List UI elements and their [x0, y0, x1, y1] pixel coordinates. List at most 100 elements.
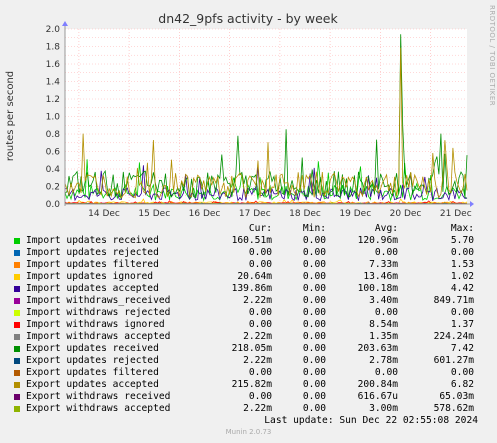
legend-row: Export withdraws accepted 2.22m 0.00 3.00m 5… — [12, 403, 492, 415]
legend-max-value: 1.37 — [450, 319, 474, 330]
legend-max-value: 578.62m — [433, 403, 474, 414]
y-tick-label: 0.2 — [46, 183, 60, 193]
legend-series-name: Import updates filtered — [26, 259, 159, 270]
y-tick-label: 1.0 — [46, 113, 61, 123]
legend-header: Cur: Min: Avg: Max: — [12, 223, 492, 235]
legend-row: Import updates received 160.51m 0.00 120.96… — [12, 235, 492, 247]
x-tick-label: 16 Dec — [189, 209, 221, 219]
legend-min-value: 0.00 — [302, 331, 326, 342]
legend-min-value: 0.00 — [302, 307, 326, 318]
legend-header-min: Min: — [302, 223, 326, 234]
legend-max-value: 601.27m — [433, 355, 474, 366]
legend-min-value: 0.00 — [302, 367, 326, 378]
legend-min-value: 0.00 — [302, 379, 326, 390]
legend-row: Import updates ignored 20.64m 0.00 13.46m 1.… — [12, 271, 492, 283]
legend-avg-value: 0.00 — [374, 247, 398, 258]
y-axis-arrow — [62, 21, 68, 26]
legend-avg-value: 200.84m — [357, 379, 398, 390]
legend-avg-value: 616.67u — [357, 391, 398, 402]
y-tick-label: 0.8 — [46, 130, 61, 140]
legend-max-value: 7.42 — [450, 343, 474, 354]
legend-row: Import updates accepted 139.86m 0.00 100.18… — [12, 283, 492, 295]
legend-series-name: Export updates received — [26, 343, 159, 354]
legend-swatch — [14, 346, 20, 352]
legend-row: Import withdraws rejected 0.00 0.00 0.00 0.0… — [12, 307, 492, 319]
legend-avg-value: 1.35m — [369, 331, 398, 342]
legend-avg-value: 120.96m — [357, 235, 398, 246]
last-update-row: Last update: Sun Dec 22 02:55:08 2024 — [12, 415, 492, 427]
legend-max-value: 224.24m — [433, 331, 474, 342]
legend-series-name: Export updates filtered — [26, 367, 159, 378]
legend-max-value: 1.53 — [450, 259, 474, 270]
legend-series-name: Export updates accepted — [26, 379, 159, 390]
legend-swatch — [14, 310, 20, 316]
legend-min-value: 0.00 — [302, 355, 326, 366]
legend-min-value: 0.00 — [302, 391, 326, 402]
legend-series-name: Import withdraws_received — [26, 295, 171, 306]
legend-swatch — [14, 262, 20, 268]
legend-swatch — [14, 334, 20, 340]
legend-avg-value: 13.46m — [363, 271, 398, 282]
legend-series-name: Import updates accepted — [26, 283, 159, 294]
y-tick-label: 1.6 — [46, 60, 61, 70]
legend-series-name: Export withdraws received — [26, 391, 171, 402]
rrdtool-credit: RRDTOOL / TOBI OETIKER — [488, 5, 496, 107]
legend-min-value: 0.00 — [302, 295, 326, 306]
legend-max-value: 1.02 — [450, 271, 474, 282]
legend-avg-value: 203.63m — [357, 343, 398, 354]
legend-series-name: Import updates ignored — [26, 271, 154, 282]
legend-avg-value: 8.54m — [369, 319, 398, 330]
legend-min-value: 0.00 — [302, 235, 326, 246]
legend-min-value: 0.00 — [302, 271, 326, 282]
x-tick-label: 17 Dec — [239, 209, 271, 219]
legend-max-value: 65.03m — [439, 391, 474, 402]
x-tick-label: 15 Dec — [138, 209, 170, 219]
legend-min-value: 0.00 — [302, 283, 326, 294]
legend-row: Import withdraws_received 2.22m 0.00 3.40m 8… — [12, 295, 492, 307]
legend-swatch — [14, 238, 20, 244]
y-tick-label: 0.0 — [46, 200, 61, 210]
legend-swatch — [14, 298, 20, 304]
legend-swatch — [14, 286, 20, 292]
legend-row: Export updates filtered 0.00 0.00 0.00 0.00 — [12, 367, 492, 379]
y-tick-label: 1.8 — [46, 43, 61, 53]
legend-min-value: 0.00 — [302, 343, 326, 354]
legend-row: Import withdraws ignored 0.00 0.00 8.54m 1.3… — [12, 319, 492, 331]
y-tick-label: 2.0 — [46, 25, 61, 35]
legend-row: Export updates accepted 215.82m 0.00 200.84… — [12, 379, 492, 391]
legend-min-value: 0.00 — [302, 403, 326, 414]
legend-row: Import updates filtered 0.00 0.00 7.33m 1.53 — [12, 259, 492, 271]
chart-canvas: dn42_9pfs activity - by week routes per … — [5, 11, 474, 219]
legend-series-name: Export updates rejected — [26, 355, 159, 366]
legend-avg-value: 100.18m — [357, 283, 398, 294]
y-tick-label: 1.2 — [46, 95, 60, 105]
x-tick-label: 21 Dec — [440, 209, 472, 219]
x-tick-label: 19 Dec — [339, 209, 371, 219]
x-tick-label: 14 Dec — [88, 209, 120, 219]
legend-series-name: Import withdraws accepted — [26, 331, 171, 342]
legend-min-value: 0.00 — [302, 247, 326, 258]
x-tick-label: 18 Dec — [289, 209, 321, 219]
legend-max-value: 6.82 — [450, 379, 474, 390]
legend-series-name: Import withdraws rejected — [26, 307, 171, 318]
x-tick-label: 20 Dec — [390, 209, 422, 219]
legend-header-max: Max: — [450, 223, 474, 234]
legend-avg-value: 3.00m — [369, 403, 398, 414]
legend-row: Import updates rejected 0.00 0.00 0.00 0.00 — [12, 247, 492, 259]
legend-swatch — [14, 358, 20, 364]
legend-avg-value: 0.00 — [374, 307, 398, 318]
legend-series-name: Import withdraws ignored — [26, 319, 165, 330]
legend-rows: Import updates received 160.51m 0.00 120.96… — [12, 235, 492, 415]
legend-row: Export updates rejected 2.22m 0.00 2.78m 601… — [12, 355, 492, 367]
legend-row: Export updates received 218.05m 0.00 203.63… — [12, 343, 492, 355]
legend: Cur: Min: Avg: Max: Import updates recei… — [12, 223, 492, 427]
legend-row: Import withdraws accepted 2.22m 0.00 1.35m 2… — [12, 331, 492, 343]
legend-swatch — [14, 406, 20, 412]
legend-avg-value: 2.78m — [369, 355, 398, 366]
legend-row: Export withdraws received 0.00 0.00 616.67u… — [12, 391, 492, 403]
x-axis-arrow — [470, 201, 474, 207]
munin-version: Munin 2.0.73 — [225, 428, 272, 436]
chart-title: dn42_9pfs activity - by week — [158, 11, 338, 26]
legend-min-value: 0.00 — [302, 319, 326, 330]
legend-avg-value: 7.33m — [369, 259, 398, 270]
